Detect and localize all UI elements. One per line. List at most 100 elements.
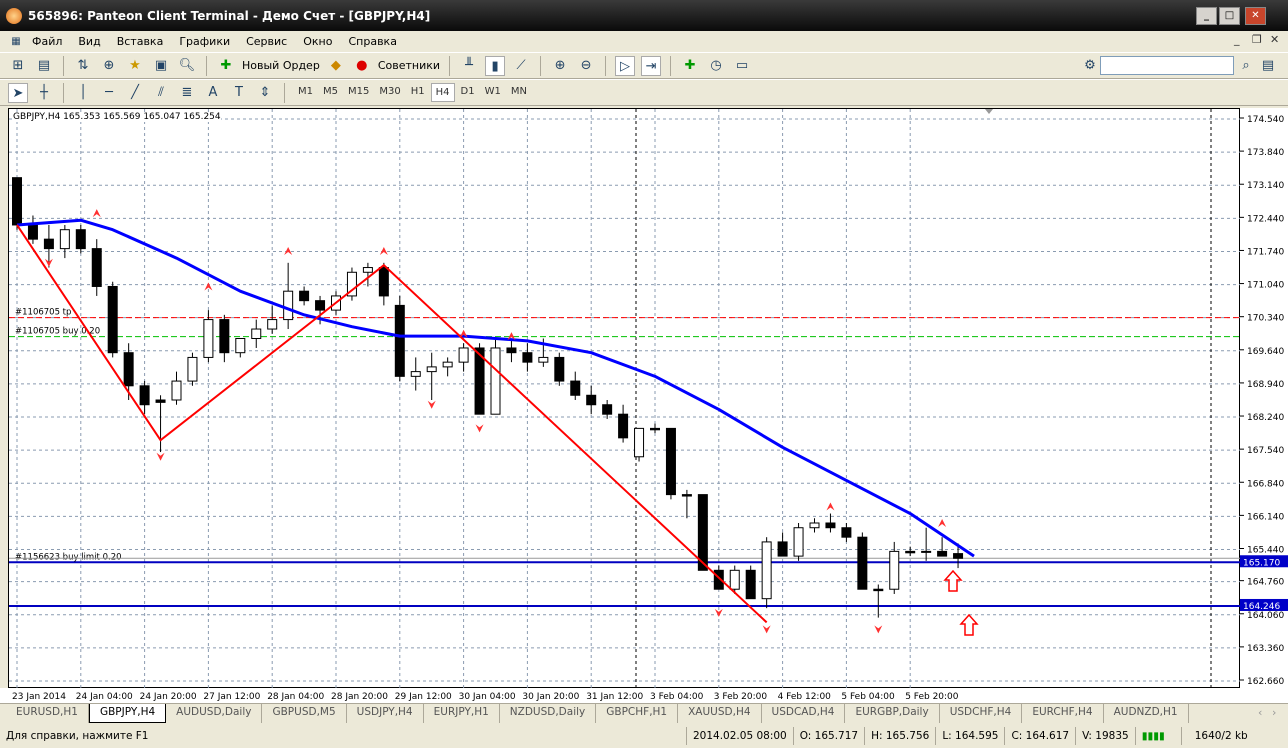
equidistant-channel-icon[interactable]: ⫽: [151, 83, 171, 103]
minimize-button[interactable]: _: [1196, 7, 1217, 25]
zoom-in-icon[interactable]: ⊕: [550, 56, 570, 76]
fibonacci-icon[interactable]: ≣: [177, 83, 197, 103]
chart-tab[interactable]: USDJPY,H4: [347, 704, 424, 723]
search-icon[interactable]: ⌕: [1236, 56, 1256, 76]
candle-body: [219, 319, 230, 354]
chart-tab[interactable]: GBPJPY,H4: [88, 704, 167, 723]
chart-tab[interactable]: AUDUSD,Daily: [166, 704, 263, 723]
candle-body: [91, 248, 102, 287]
timeframe-H4[interactable]: H4: [430, 83, 455, 102]
crosshair-tool-icon[interactable]: ┼: [34, 83, 54, 103]
menu-item[interactable]: Файл: [24, 35, 70, 48]
status-help: Для справки, нажмите F1: [6, 729, 149, 742]
time-tick-label: 28 Jan 04:00: [267, 692, 324, 702]
horizontal-line-icon[interactable]: ─: [99, 83, 119, 103]
price-tick-label: 168.940: [1247, 380, 1284, 390]
chart-tab[interactable]: XAUUSD,H4: [678, 704, 762, 723]
cursor-icon[interactable]: ➤: [8, 82, 28, 103]
crosshair-icon[interactable]: ⊕: [99, 56, 119, 76]
timeframe-M1[interactable]: M1: [294, 83, 317, 102]
time-tick-label: 30 Jan 20:00: [522, 692, 579, 702]
chart-tab[interactable]: GBPCHF,H1: [596, 704, 679, 723]
market-watch-icon[interactable]: ⇅: [73, 56, 93, 76]
text-label-icon[interactable]: T: [229, 83, 249, 103]
timeframe-D1[interactable]: D1: [457, 83, 479, 102]
chart-tab[interactable]: EURJPY,H1: [424, 704, 500, 723]
menu-item[interactable]: Вид: [70, 35, 108, 48]
chart-tab[interactable]: GBPUSD,M5: [262, 704, 347, 723]
candle-body: [889, 550, 900, 590]
order-level-label: #1106705 tp: [15, 308, 71, 318]
status-open: O: 165.717: [792, 726, 864, 745]
chart-tab[interactable]: EURUSD,H1: [6, 704, 89, 723]
chart-tab[interactable]: EURCHF,H4: [1022, 704, 1104, 723]
timeframe-M15[interactable]: M15: [344, 83, 373, 102]
menu-item[interactable]: Вставка: [109, 35, 172, 48]
search-options-icon[interactable]: ▤: [1258, 56, 1278, 76]
candle-body: [490, 347, 501, 415]
chart-tab[interactable]: NZDUSD,Daily: [500, 704, 597, 723]
tester-icon[interactable]: 🔍︎: [177, 56, 197, 76]
time-axis[interactable]: 23 Jan 2014 24 Jan 04:00 24 Jan 20:00 27 Ja…: [0, 688, 1288, 703]
chart-tab[interactable]: AUDNZD,H1: [1104, 704, 1189, 723]
indicators-icon[interactable]: ✚: [680, 56, 700, 76]
new-chart-icon[interactable]: ⊞: [8, 56, 28, 76]
menu-bar: ▦ Файл Вид Вставка Графики Сервис Окно Справка: [0, 31, 1288, 52]
candle-body: [123, 352, 134, 387]
menu-item[interactable]: Графики: [171, 35, 238, 48]
metaeditor-icon[interactable]: ◆: [326, 56, 346, 76]
periods-icon[interactable]: ◷: [706, 56, 726, 76]
menu-item[interactable]: Справка: [340, 35, 404, 48]
timeframe-M30[interactable]: M30: [375, 83, 404, 102]
tab-scroll-right-icon[interactable]: ›: [1272, 706, 1276, 719]
terminal-icon[interactable]: ▣: [151, 56, 171, 76]
zoom-out-icon[interactable]: ⊖: [576, 56, 596, 76]
menu-item[interactable]: Сервис: [238, 35, 295, 48]
candle-body: [187, 356, 198, 382]
close-button[interactable]: ✕: [1245, 7, 1266, 25]
text-icon[interactable]: A: [203, 83, 223, 103]
buy-arrow-icon: [943, 569, 963, 592]
timeframe-M5[interactable]: M5: [319, 83, 342, 102]
mdi-close-button[interactable]: ✕: [1270, 33, 1279, 46]
chart-tab[interactable]: EURGBP,Daily: [845, 704, 940, 723]
timeframe-MN[interactable]: MN: [507, 83, 531, 102]
price-axis[interactable]: 174.540 173.840 173.140 172.440 171.740 171.0…: [1240, 108, 1288, 688]
new-order-button[interactable]: Новый Ордер: [242, 59, 320, 72]
candle-body: [43, 238, 54, 250]
candlestick-icon[interactable]: ▮: [485, 55, 506, 76]
experts-icon[interactable]: ●: [352, 56, 372, 76]
mdi-restore-button[interactable]: ❐: [1252, 33, 1262, 46]
price-chart[interactable]: #1106705 tp #1106705 buy 0.20 #1156623 buy…: [8, 108, 1241, 689]
new-order-icon[interactable]: ✚: [216, 56, 236, 76]
chart-shift-icon[interactable]: ⇥: [641, 55, 662, 76]
trendline-icon[interactable]: ╱: [125, 83, 145, 103]
candle-body: [267, 319, 278, 330]
timeframe-H1[interactable]: H1: [407, 83, 429, 102]
profiles-icon[interactable]: ▤: [34, 56, 54, 76]
time-tick-label: 24 Jan 04:00: [76, 692, 133, 702]
vertical-line-icon[interactable]: │: [73, 83, 93, 103]
line-chart-icon[interactable]: ⟋: [511, 56, 531, 76]
mdi-minimize-button[interactable]: _: [1234, 33, 1240, 46]
chart-tab[interactable]: USDCAD,H4: [762, 704, 846, 723]
bar-chart-icon[interactable]: ╨: [459, 56, 479, 76]
settings-gear-icon[interactable]: ⚙: [1080, 56, 1100, 76]
status-bar: Для справки, нажмите F1 2014.02.05 08:00…: [0, 725, 1288, 746]
templates-icon[interactable]: ▭: [732, 56, 752, 76]
maximize-button[interactable]: □: [1219, 7, 1240, 25]
candle-body: [410, 371, 421, 377]
candle-body: [458, 347, 469, 363]
time-tick-label: 31 Jan 12:00: [586, 692, 643, 702]
chart-tab[interactable]: USDCHF,H4: [940, 704, 1023, 723]
menu-item[interactable]: Окно: [295, 35, 340, 48]
experts-button[interactable]: Советники: [378, 59, 440, 72]
timeframe-W1[interactable]: W1: [481, 83, 505, 102]
search-input[interactable]: [1100, 56, 1234, 75]
tab-scroll-left-icon[interactable]: ‹: [1258, 706, 1262, 719]
navigator-icon[interactable]: ★: [125, 56, 145, 76]
fractal-up-icon: [826, 502, 835, 511]
arrows-icon[interactable]: ⇕: [255, 83, 275, 103]
autoscroll-icon[interactable]: ▷: [615, 55, 636, 76]
time-tick-label: 5 Feb 04:00: [841, 692, 895, 702]
